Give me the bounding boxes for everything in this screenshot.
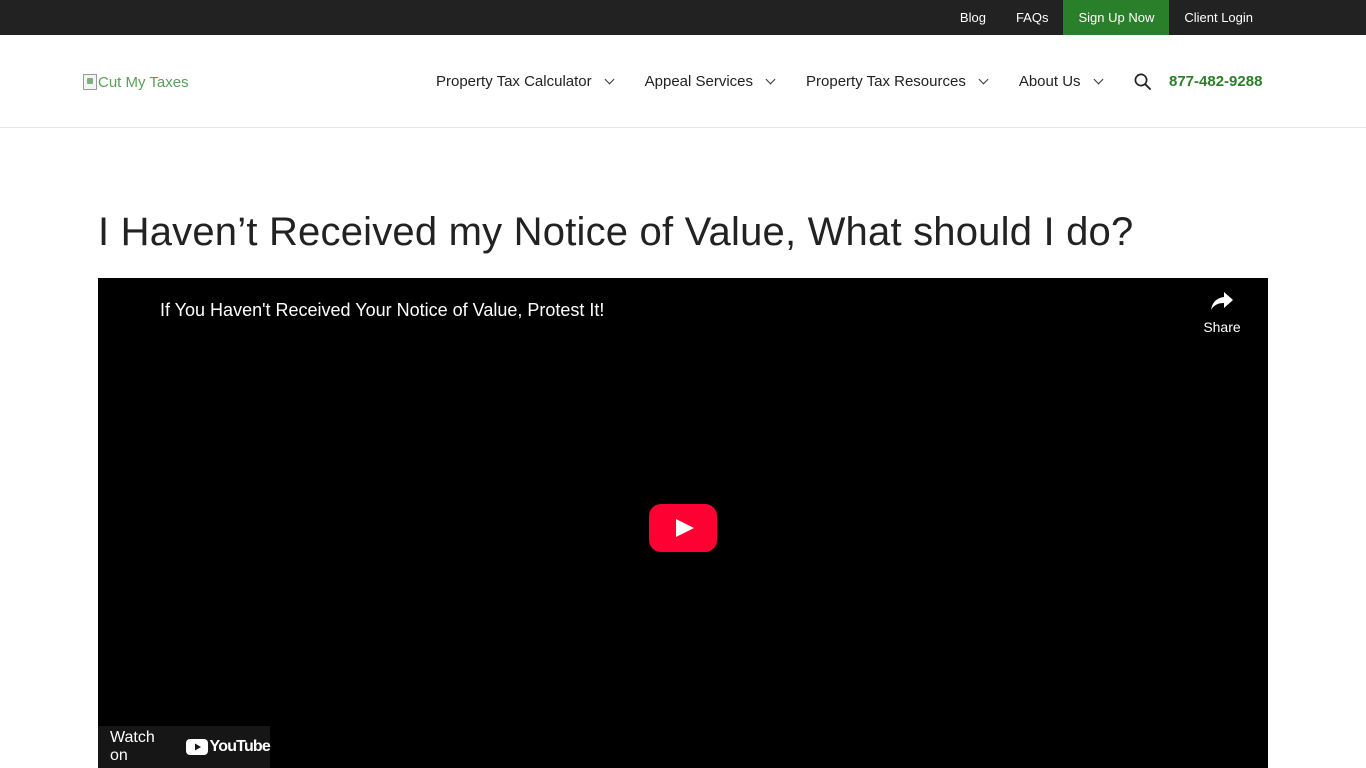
nav-item-label: Property Tax Calculator — [436, 73, 592, 90]
chevron-down-icon — [604, 74, 615, 85]
utility-nav: Blog FAQs Sign Up Now Client Login — [945, 0, 1268, 35]
watch-on-youtube-button[interactable]: Watch on YouTube — [98, 726, 271, 768]
nav-item-appeal-services[interactable]: Appeal Services — [629, 35, 790, 128]
chevron-down-icon — [978, 74, 989, 85]
watch-on-label: Watch on — [110, 729, 155, 764]
logo-alt-text: Cut My Taxes — [98, 73, 189, 91]
nav-item-label: About Us — [1018, 73, 1081, 90]
nav-item-label: Property Tax Resources — [806, 73, 966, 90]
share-icon — [1211, 292, 1233, 310]
video-player[interactable]: If You Haven't Received Your Notice of V… — [98, 278, 1268, 768]
play-button[interactable] — [649, 504, 717, 552]
sign-up-now-button[interactable]: Sign Up Now — [1063, 0, 1170, 35]
share-label: Share — [1203, 319, 1241, 335]
nav-item-property-tax-resources[interactable]: Property Tax Resources — [790, 35, 1003, 128]
broken-image-icon — [83, 74, 97, 90]
search-icon — [1134, 73, 1151, 90]
chevron-down-icon — [1093, 74, 1103, 85]
nav-item-property-tax-calculator[interactable]: Property Tax Calculator — [420, 35, 629, 128]
main-nav: Property Tax Calculator Appeal Services … — [420, 35, 1168, 128]
nav-item-about-us[interactable]: About Us — [1003, 35, 1118, 128]
search-button[interactable] — [1118, 35, 1168, 128]
site-header: Cut My Taxes Property Tax Calculator App… — [0, 35, 1366, 128]
play-icon — [649, 504, 717, 552]
youtube-wordmark: YouTube — [209, 738, 271, 755]
nav-item-label: Appeal Services — [644, 73, 754, 90]
faqs-link[interactable]: FAQs — [1001, 0, 1064, 35]
youtube-logo-icon — [185, 739, 208, 755]
youtube-logo: YouTube — [185, 738, 271, 756]
client-login-link[interactable]: Client Login — [1169, 0, 1268, 35]
utility-bar: Blog FAQs Sign Up Now Client Login — [0, 0, 1366, 35]
phone-link[interactable]: 877-482-9288 — [1169, 35, 1262, 128]
video-title-link[interactable]: If You Haven't Received Your Notice of V… — [160, 300, 604, 321]
site-logo[interactable]: Cut My Taxes — [83, 70, 189, 94]
chevron-down-icon — [765, 74, 776, 85]
share-button[interactable]: Share — [1194, 290, 1250, 335]
blog-link[interactable]: Blog — [945, 0, 1001, 35]
page-title: I Haven’t Received my Notice of Value, W… — [98, 210, 1134, 254]
